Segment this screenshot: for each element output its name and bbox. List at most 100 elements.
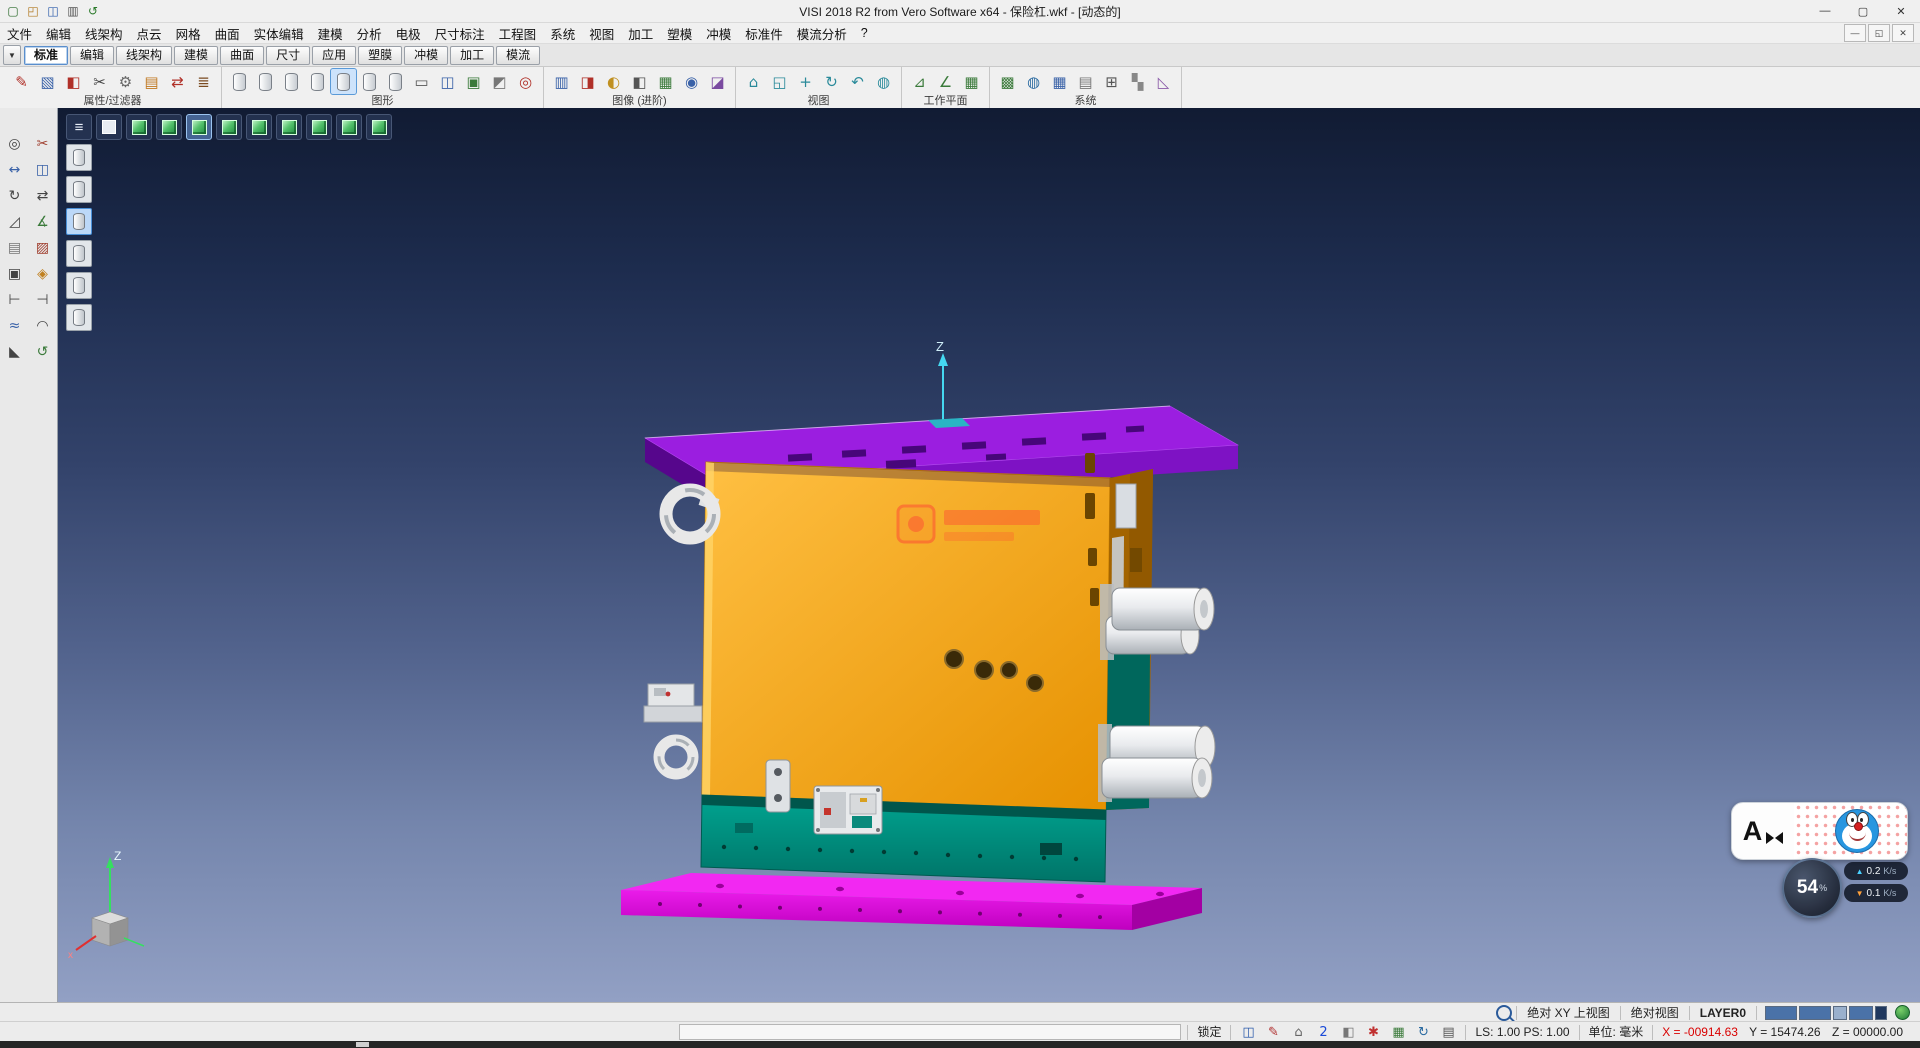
mold-core-plate[interactable] [701, 795, 1106, 882]
style-icon-vp-style-4[interactable] [66, 240, 92, 267]
ribbon-icon-filter-list[interactable]: ≣ [191, 69, 216, 94]
view-icon-view-iso[interactable] [186, 114, 212, 140]
style-icon-vp-style-2[interactable] [66, 176, 92, 203]
view-mode-cell[interactable]: 绝对 XY 上视图 [1516, 1006, 1619, 1020]
ribbon-icon-compare[interactable]: ◫ [435, 69, 460, 94]
tool-icon-copy[interactable]: ◫ [30, 158, 55, 182]
guide-cylinders-lower[interactable] [1098, 724, 1215, 802]
menu-item-die[interactable]: 冲模 [699, 23, 738, 44]
menu-item-edit[interactable]: 编辑 [39, 23, 78, 44]
viewport[interactable]: Z [0, 108, 1920, 1002]
tab-die[interactable]: 冲模 [404, 46, 448, 65]
menu-item-standard-parts[interactable]: 标准件 [738, 23, 790, 44]
ribbon-icon-filter-settings[interactable]: ⚙ [113, 69, 138, 94]
view-icon-view-left[interactable] [156, 114, 182, 140]
tool-icon-trim[interactable]: ⊢ [2, 288, 27, 312]
tab-molding[interactable]: 塑膜 [358, 46, 402, 65]
lock-assembly-center[interactable] [814, 786, 882, 834]
status-icon-help-2[interactable]: 2 [1314, 1024, 1332, 1041]
qat-icon-undo[interactable]: ↺ [84, 3, 102, 19]
style-icon-vp-style-5[interactable] [66, 272, 92, 299]
status-icon-save-status[interactable]: ◫ [1239, 1024, 1257, 1041]
status-icon-plot-status[interactable]: ✎ [1264, 1024, 1282, 1041]
limit-strip[interactable] [766, 760, 790, 812]
status-icon-erase-status[interactable]: ✱ [1364, 1024, 1382, 1041]
ribbon-icon-previous-view[interactable]: ↶ [845, 69, 870, 94]
ribbon-icon-dynamic-view[interactable]: ◍ [871, 69, 896, 94]
ribbon-icon-workplane-grid[interactable]: ▦ [959, 69, 984, 94]
absolute-view-cell[interactable]: 绝对视图 [1620, 1006, 1689, 1020]
mold-bottom-plate[interactable] [621, 873, 1202, 930]
ribbon-icon-reflect[interactable]: ◎ [513, 69, 538, 94]
tool-icon-rotate-entity[interactable]: ↻ [2, 184, 27, 208]
status-icon-solids-status[interactable]: ◧ [1339, 1024, 1357, 1041]
tool-icon-move[interactable]: ↔ [2, 158, 27, 182]
ribbon-icon-snapshot[interactable]: ◪ [705, 69, 730, 94]
status-icon-grid-status[interactable]: ▦ [1389, 1024, 1407, 1041]
ribbon-icon-camera[interactable]: ◉ [679, 69, 704, 94]
search-icon[interactable] [1496, 1005, 1512, 1021]
menu-item-modeling[interactable]: 建模 [311, 23, 350, 44]
menu-item-file[interactable]: 文件 [0, 23, 39, 44]
mdi-minimize-button[interactable]: — [1844, 24, 1866, 42]
mdi-close-button[interactable]: ✕ [1892, 24, 1914, 42]
color-swatch-swatch-1[interactable] [1765, 1006, 1797, 1020]
ribbon-icon-filter-solids[interactable]: ◧ [61, 69, 86, 94]
ribbon-icon-filter-cut[interactable]: ✂ [87, 69, 112, 94]
menu-item-wireframe[interactable]: 线架构 [78, 23, 130, 44]
layer-cell[interactable]: LAYER0 [1689, 1006, 1756, 1020]
style-icon-vp-style-6[interactable] [66, 304, 92, 331]
color-swatch-swatch-4[interactable] [1849, 1006, 1873, 1020]
ribbon-icon-zoom-all[interactable]: ⌂ [741, 69, 766, 94]
status-icon-refresh-status[interactable]: ↻ [1414, 1024, 1432, 1041]
ribbon-icon-zebra[interactable]: ◩ [487, 69, 512, 94]
view-icon-view-back[interactable] [246, 114, 272, 140]
tool-icon-group[interactable]: ▣ [2, 262, 27, 286]
ribbon-icon-transparent[interactable] [357, 69, 382, 94]
menu-item-view[interactable]: 视图 [582, 23, 621, 44]
snap-lock-cell[interactable]: 锁定 [1187, 1025, 1230, 1040]
menu-item-help[interactable]: ? [854, 25, 875, 41]
ribbon-icon-shaded-edges[interactable] [331, 69, 356, 94]
status-icon-home-status[interactable]: ⌂ [1289, 1024, 1307, 1041]
qat-icon-open[interactable]: ◰ [24, 3, 42, 19]
tab-overflow-button[interactable]: ▼ [3, 45, 21, 65]
menu-item-electrode[interactable]: 电极 [389, 23, 428, 44]
ribbon-icon-sys-globe[interactable]: ◍ [1021, 69, 1046, 94]
ribbon-icon-filter-swap[interactable]: ⇄ [165, 69, 190, 94]
tab-wireframe[interactable]: 线架构 [116, 46, 172, 65]
ribbon-icon-sys-grid[interactable]: ▚ [1125, 69, 1150, 94]
maximize-button[interactable]: ▢ [1844, 0, 1882, 22]
ribbon-icon-curvature[interactable]: ▣ [461, 69, 486, 94]
ribbon-icon-materials[interactable]: ◨ [575, 69, 600, 94]
menu-item-flow-analysis[interactable]: 模流分析 [790, 23, 854, 44]
menu-item-drawing[interactable]: 工程图 [492, 23, 544, 44]
menu-item-analysis[interactable]: 分析 [350, 23, 389, 44]
menu-item-mold[interactable]: 塑模 [660, 23, 699, 44]
ribbon-icon-sys-plane[interactable]: ◺ [1151, 69, 1176, 94]
status-icon-table-status[interactable]: ▤ [1439, 1024, 1457, 1041]
tab-edit[interactable]: 编辑 [70, 46, 114, 65]
ribbon-icon-filter-layers[interactable]: ▤ [139, 69, 164, 94]
tab-modeling[interactable]: 建模 [174, 46, 218, 65]
ribbon-icon-attributes[interactable]: ✎ [9, 69, 34, 94]
tool-icon-layers-tool[interactable]: ▤ [2, 236, 27, 260]
tab-flow[interactable]: 模流 [496, 46, 540, 65]
ribbon-icon-shadows[interactable]: ◧ [627, 69, 652, 94]
tool-icon-extend[interactable]: ⊣ [30, 288, 55, 312]
menu-item-system[interactable]: 系统 [543, 23, 582, 44]
view-icon-view-menu[interactable]: ≡ [66, 114, 92, 140]
menu-item-dimension[interactable]: 尺寸标注 [428, 23, 492, 44]
qat-icon-new[interactable]: ▢ [4, 3, 22, 19]
view-icon-view-bottom[interactable] [276, 114, 302, 140]
ribbon-icon-render[interactable]: ▥ [549, 69, 574, 94]
widget-card[interactable]: A [1731, 802, 1908, 860]
ribbon-icon-wireframe-mode[interactable] [227, 69, 252, 94]
tool-icon-undo-tool[interactable]: ↺ [30, 340, 55, 364]
view-icon-view-right[interactable] [216, 114, 242, 140]
ribbon-icon-hidden-line[interactable] [253, 69, 278, 94]
tab-machining[interactable]: 加工 [450, 46, 494, 65]
tool-icon-offset[interactable]: ≈ [2, 314, 27, 338]
tab-surface[interactable]: 曲面 [220, 46, 264, 65]
color-swatch-swatch-5[interactable] [1875, 1006, 1887, 1020]
